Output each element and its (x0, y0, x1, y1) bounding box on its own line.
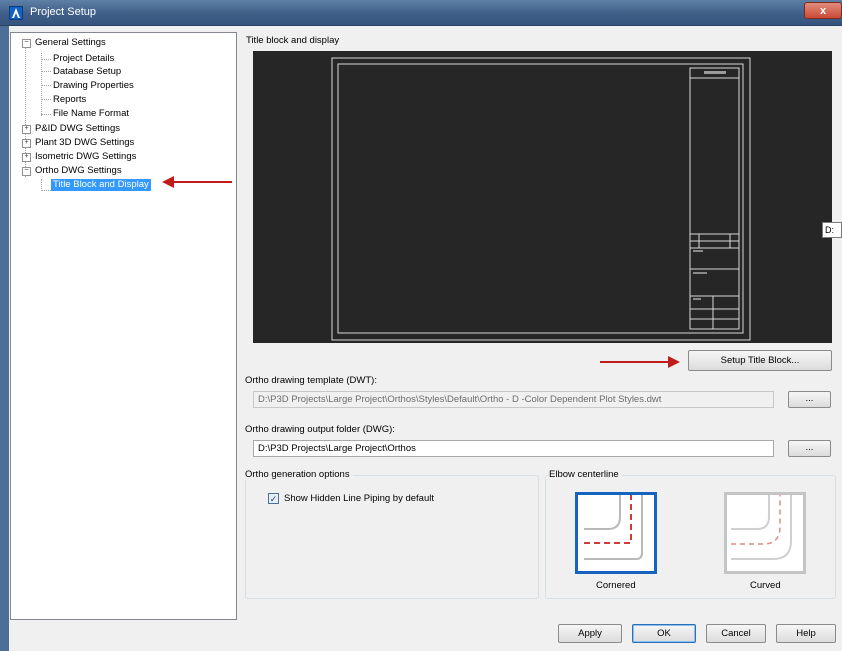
tree-item-ortho-dwg-settings[interactable]: Ortho DWG Settings (35, 165, 122, 177)
tree-item-isometric-dwg-settings[interactable]: Isometric DWG Settings (35, 151, 136, 163)
elbow-curved-option[interactable] (724, 492, 806, 574)
cornered-elbow-icon (584, 495, 643, 560)
template-label: Ortho drawing template (DWT): (245, 375, 377, 386)
settings-tree[interactable]: − General Settings Project Details Datab… (10, 32, 237, 620)
expand-icon[interactable]: + (22, 139, 31, 148)
template-path-field[interactable]: D:\P3D Projects\Large Project\Orthos\Sty… (253, 391, 774, 408)
generation-options-title: Ortho generation options (245, 469, 353, 480)
red-arrow-icon (162, 176, 232, 188)
red-arrow-icon (600, 356, 680, 368)
window-left-border (0, 26, 9, 651)
tree-connector (41, 99, 51, 100)
tree-item-reports[interactable]: Reports (53, 94, 86, 106)
output-folder-field[interactable]: D:\P3D Projects\Large Project\Orthos (253, 440, 774, 457)
setup-title-block-button[interactable]: Setup Title Block... (688, 350, 832, 371)
expand-icon[interactable]: + (22, 153, 31, 162)
output-folder-label: Ortho drawing output folder (DWG): (245, 424, 395, 435)
collapse-icon[interactable]: − (22, 39, 31, 48)
tree-connector (41, 85, 51, 86)
tree-item-database-setup[interactable]: Database Setup (53, 66, 121, 78)
elbow-cornered-option[interactable] (575, 492, 657, 574)
show-hidden-piping-label[interactable]: Show Hidden Line Piping by default (284, 493, 434, 504)
tree-item-pid-dwg-settings[interactable]: P&ID DWG Settings (35, 123, 120, 135)
truncated-tooltip: D: (822, 222, 842, 238)
window-title: Project Setup (30, 6, 97, 18)
expand-icon[interactable]: + (22, 125, 31, 134)
tree-item-plant3d-dwg-settings[interactable]: Plant 3D DWG Settings (35, 137, 134, 149)
close-button[interactable]: x (804, 2, 842, 19)
title-bar[interactable] (0, 0, 842, 26)
elbow-centerline-title: Elbow centerline (549, 469, 622, 480)
app-icon (9, 6, 23, 20)
tree-item-general-settings[interactable]: General Settings (35, 37, 106, 49)
elbow-curved-label[interactable]: Curved (750, 580, 781, 591)
elbow-cornered-label[interactable]: Cornered (596, 580, 636, 591)
browse-output-button[interactable]: ... (788, 440, 831, 457)
checkmark-icon: ✓ (269, 494, 278, 504)
tree-connector (41, 71, 51, 72)
tree-item-project-details[interactable]: Project Details (53, 53, 114, 65)
section-title: Title block and display (246, 35, 340, 46)
tree-item-drawing-properties[interactable]: Drawing Properties (53, 80, 134, 92)
tree-item-file-name-format[interactable]: File Name Format (53, 108, 129, 120)
browse-template-button[interactable]: ... (788, 391, 831, 408)
apply-button[interactable]: Apply (558, 624, 622, 643)
tree-item-title-block-and-display[interactable]: Title Block and Display (51, 179, 151, 191)
collapse-icon[interactable]: − (22, 167, 31, 176)
help-button[interactable]: Help (776, 624, 836, 643)
curved-elbow-icon (731, 495, 792, 560)
show-hidden-piping-checkbox[interactable]: ✓ (268, 493, 279, 504)
close-icon: x (819, 5, 827, 17)
ok-button[interactable]: OK (632, 624, 696, 643)
title-block-preview (253, 51, 832, 343)
tree-connector (41, 190, 51, 191)
cancel-button[interactable]: Cancel (706, 624, 766, 643)
tree-connector (41, 59, 51, 60)
tree-connector (41, 114, 51, 115)
